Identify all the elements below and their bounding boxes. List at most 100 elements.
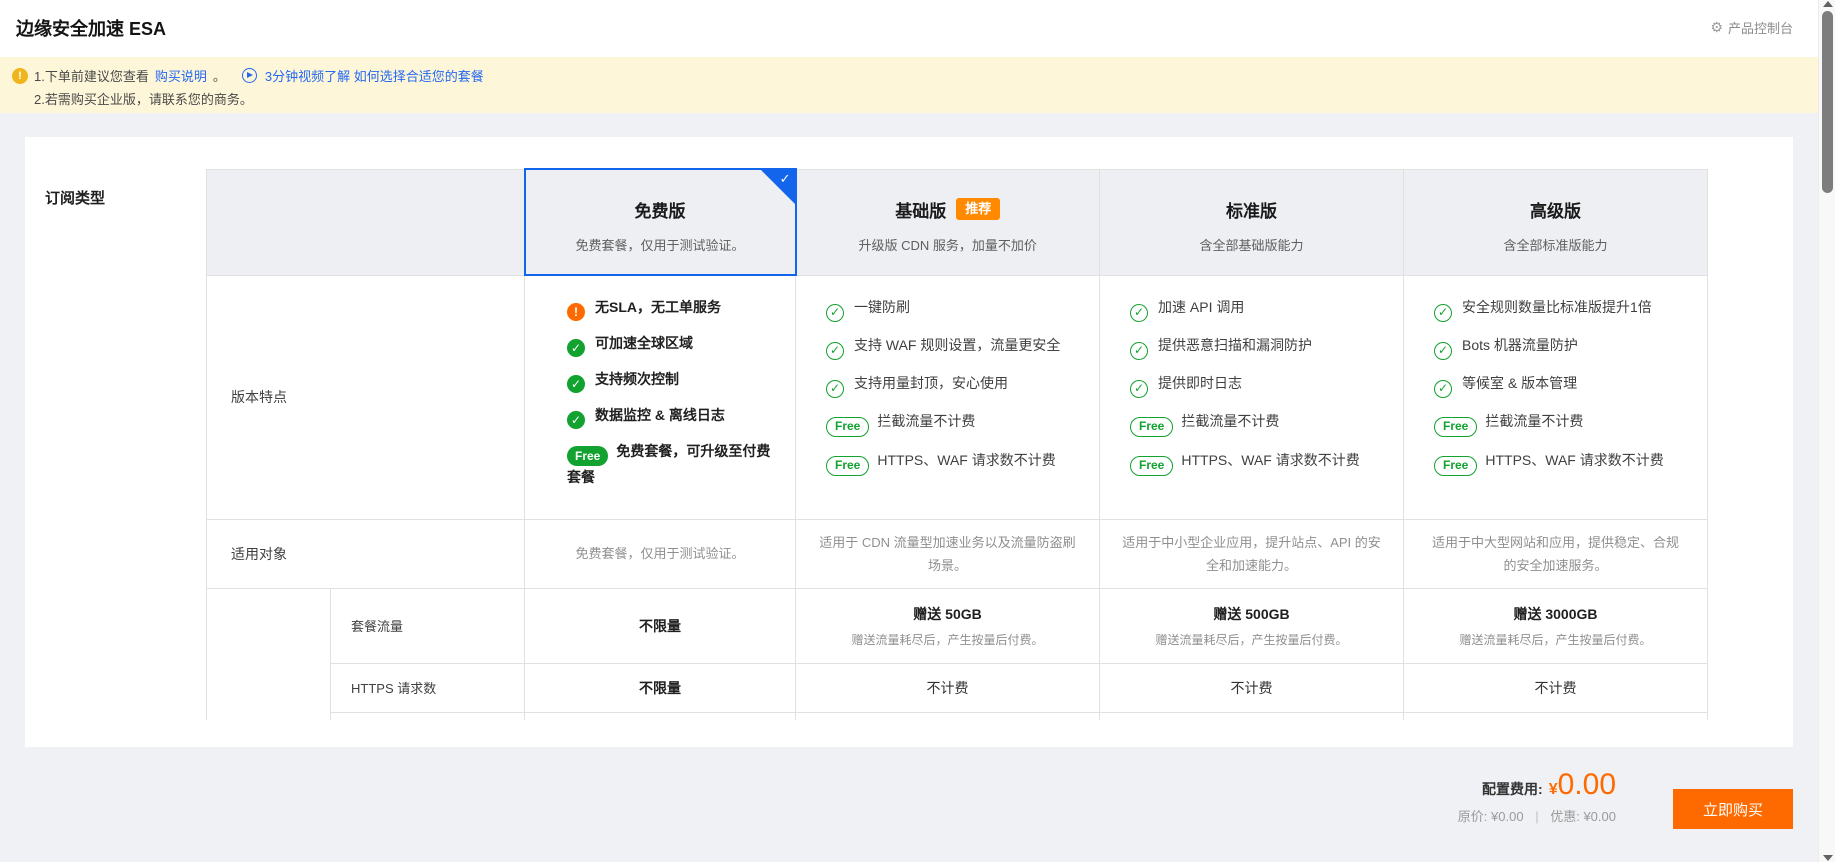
check-outline-icon: ✓ bbox=[826, 303, 844, 322]
notice-punct: 。 bbox=[212, 69, 226, 84]
notice-text-prefix: 1.下单前建议您查看 bbox=[34, 69, 149, 84]
feature-item: Free 拦截流量不计费 bbox=[1130, 410, 1379, 437]
video-guide-link[interactable]: 3分钟视频了解 如何选择合适您的套餐 bbox=[265, 66, 484, 85]
feature-item: Free HTTPS、WAF 请求数不计费 bbox=[1130, 449, 1379, 476]
audience-cell-free: 免费套餐，仅用于测试验证。 bbox=[524, 518, 796, 589]
feature-text: 等候室 & 版本管理 bbox=[1462, 374, 1578, 391]
feature-item: Free 免费套餐，可升级至付费套餐 bbox=[567, 440, 771, 489]
feature-item: ✓ Bots 机器流量防护 bbox=[1434, 334, 1683, 360]
discount-value: ¥0.00 bbox=[1583, 809, 1616, 824]
subscription-type-label: 订阅类型 bbox=[45, 190, 106, 207]
feature-text: 拦截流量不计费 bbox=[877, 412, 976, 429]
https-cell-basic: 不计费 bbox=[795, 662, 1100, 713]
feature-item: Free HTTPS、WAF 请求数不计费 bbox=[1434, 449, 1683, 476]
check-outline-icon: ✓ bbox=[826, 341, 844, 360]
feature-text: 可加速全球区域 bbox=[595, 335, 693, 351]
notice-line1: ! 1.下单前建议您查看 购买说明。 3分钟视频了解 如何选择合适您的套餐 bbox=[12, 66, 484, 85]
https-cell-free: 不限量 bbox=[524, 662, 796, 713]
audience-cell-advanced: 适用于中大型网站和应用，提供稳定、合规的安全加速服务。 bbox=[1403, 518, 1708, 589]
free-outline-badge: Free bbox=[1130, 416, 1174, 437]
https-row-label: HTTPS 请求数 bbox=[330, 662, 525, 713]
pricing-card: 订阅类型 免费版免费套餐，仅用于测试验证。 ✓ 基础版 推荐升级版 CDN 服务，加量… bbox=[25, 137, 1793, 747]
feature-text: 无SLA，无工单服务 bbox=[595, 299, 721, 315]
plan-subtitle: 升级版 CDN 服务，加量不加价 bbox=[858, 237, 1037, 253]
plan-name: 基础版 bbox=[895, 201, 947, 221]
traffic-row-label: 套餐流量 bbox=[330, 587, 525, 664]
play-video-icon[interactable] bbox=[241, 68, 257, 83]
plan-header-advanced[interactable]: 高级版 含全部标准版能力 bbox=[1403, 168, 1708, 276]
plan-table: 免费版 免费套餐，仅用于测试验证。 ✓ 基础版 推荐 升级版 CDN 服务，加量不加价 标准… bbox=[206, 168, 1709, 720]
gear-icon: ⚙ bbox=[1710, 19, 1723, 35]
price-detail-line: 原价: ¥0.00 | 优惠: ¥0.00 bbox=[1458, 806, 1616, 825]
plan-subtitle: 免费套餐，仅用于测试验证。 bbox=[575, 237, 745, 253]
features-cell-advanced: ✓ 安全规则数量比标准版提升1倍 ✓ Bots 机器流量防护 ✓ 等候室 & 版本管理 Fr… bbox=[1403, 274, 1708, 520]
feature-item: ✓ 提供恶意扫描和漏洞防护 bbox=[1130, 334, 1379, 360]
fee-summary: 配置费用: ¥ 0.00 原价: ¥0.00 | 优惠: ¥0.00 bbox=[1458, 768, 1616, 825]
check-icon: ✓ bbox=[567, 375, 585, 393]
feature-item: ✓ 等候室 & 版本管理 bbox=[1434, 372, 1683, 398]
recommend-badge: 推荐 bbox=[956, 198, 1001, 220]
check-outline-icon: ✓ bbox=[1434, 303, 1452, 322]
https-row: HTTPS 请求数 不限量 不计费 不计费 不计费 bbox=[207, 662, 1708, 713]
feature-text: 数据监控 & 离线日志 bbox=[595, 407, 725, 423]
traffic-sub-note: 赠送流量耗尽后，产生按量后付费。 bbox=[851, 632, 1044, 647]
check-outline-icon: ✓ bbox=[1130, 341, 1148, 360]
traffic-main-value: 赠送 3000GB bbox=[1513, 605, 1598, 622]
clipped-cell-standard bbox=[1099, 711, 1404, 720]
page-title: 边缘安全加速 ESA bbox=[16, 19, 167, 39]
warning-icon: ! bbox=[567, 303, 585, 321]
plan-name-row: 免费版 bbox=[526, 197, 795, 222]
buy-now-button[interactable]: 立即购买 bbox=[1673, 789, 1793, 829]
feature-text: 提供恶意扫描和漏洞防护 bbox=[1158, 336, 1312, 353]
features-cell-free: ! 无SLA，无工单服务 ✓ 可加速全球区域 ✓ 支持频次控制 ✓ 数据监控 & 离线日志 Fr… bbox=[524, 274, 796, 520]
clipped-cell-free bbox=[524, 711, 796, 720]
plan-name-row: 高级版 bbox=[1404, 197, 1707, 222]
check-outline-icon: ✓ bbox=[1434, 341, 1452, 360]
plan-header-standard[interactable]: 标准版含全部基础版能力 bbox=[1099, 168, 1404, 276]
traffic-cell-basic: 赠送 50GB 赠送流量耗尽后，产生按量后付费。 bbox=[795, 587, 1100, 664]
top-bar: 边缘安全加速 ESA ⚙ 产品控制台 bbox=[0, 0, 1835, 57]
feature-item: ✓ 安全规则数量比标准版提升1倍 bbox=[1434, 296, 1683, 322]
fee-amount: 0.00 bbox=[1557, 768, 1616, 801]
check-icon: ✓ bbox=[567, 411, 585, 429]
scroll-up-arrow-icon[interactable] bbox=[1823, 1, 1833, 7]
check-icon: ✓ bbox=[567, 339, 585, 357]
original-price-label: 原价: bbox=[1457, 809, 1488, 824]
feature-item: ! 无SLA，无工单服务 bbox=[567, 296, 771, 321]
plan-header-free[interactable]: 免费版 免费套餐，仅用于测试验证。 ✓ bbox=[523, 168, 797, 276]
features-row: 版本特点 ! 无SLA，无工单服务 ✓ 可加速全球区域 ✓ 支持频次控制 ✓ 数据监控 & 离… bbox=[206, 274, 1708, 520]
https-cell-standard: 不计费 bbox=[1099, 662, 1404, 713]
audience-cell-standard: 适用于中小型企业应用，提升站点、API 的安全和加速能力。 bbox=[1099, 518, 1404, 589]
clipped-cell-advanced bbox=[1403, 711, 1708, 720]
plan-name: 标准版 bbox=[1226, 201, 1277, 221]
plan-name: 免费版 bbox=[634, 201, 686, 221]
clipped-row-label bbox=[330, 711, 525, 720]
plan-header-row: 免费版 免费套餐，仅用于测试验证。 ✓ 基础版 推荐 升级版 CDN 服务，加量不加价 标准… bbox=[206, 168, 1708, 276]
feature-text: HTTPS、WAF 请求数不计费 bbox=[1485, 451, 1664, 468]
traffic-cell-standard: 赠送 500GB 赠送流量耗尽后，产生按量后付费。 bbox=[1099, 587, 1404, 664]
features-cell-standard: ✓ 加速 API 调用 ✓ 提供恶意扫描和漏洞防护 ✓ 提供即时日志 Free 拦截流量不计费… bbox=[1099, 274, 1404, 520]
purchase-guide-link[interactable]: 购买说明 bbox=[155, 66, 207, 85]
feature-text: 拦截流量不计费 bbox=[1181, 412, 1280, 429]
quota-group-cell bbox=[206, 587, 331, 720]
plan-header-basic[interactable]: 基础版 推荐升级版 CDN 服务，加量不加价 bbox=[795, 168, 1100, 276]
price-separator: | bbox=[1535, 809, 1539, 824]
traffic-row: 套餐流量 不限量 赠送 50GB 赠送流量耗尽后，产生按量后付费。 赠送 500GB 赠… bbox=[206, 587, 1708, 720]
free-outline-badge: Free bbox=[826, 416, 870, 437]
plan-name-row: 基础版 推荐 bbox=[797, 197, 1100, 222]
original-price-value: ¥0.00 bbox=[1491, 809, 1524, 824]
traffic-sub-note: 赠送流量耗尽后，产生按量后付费。 bbox=[1459, 632, 1652, 647]
vertical-scrollbar[interactable] bbox=[1818, 0, 1835, 862]
plan-subtitle: 含全部基础版能力 bbox=[1199, 237, 1304, 253]
scroll-down-arrow-icon[interactable] bbox=[1823, 855, 1833, 861]
check-outline-icon: ✓ bbox=[826, 379, 844, 398]
audience-row: 适用对象 免费套餐，仅用于测试验证。 适用于 CDN 流量型加速业务以及流量防盗刷… bbox=[206, 518, 1708, 589]
features-cell-basic: ✓ 一键防刷 ✓ 支持 WAF 规则设置，流量更安全 ✓ 支持用量封顶，安心使用 Free 拦… bbox=[795, 274, 1100, 520]
feature-text: HTTPS、WAF 请求数不计费 bbox=[877, 451, 1056, 468]
feature-text: 一键防刷 bbox=[854, 298, 910, 315]
traffic-main-value: 赠送 50GB bbox=[913, 605, 982, 622]
check-outline-icon: ✓ bbox=[1130, 303, 1148, 322]
scrollbar-thumb[interactable] bbox=[1822, 11, 1833, 193]
feature-item: ✓ 支持用量封顶，安心使用 bbox=[826, 372, 1075, 398]
product-console-link[interactable]: ⚙ 产品控制台 bbox=[1710, 18, 1793, 37]
